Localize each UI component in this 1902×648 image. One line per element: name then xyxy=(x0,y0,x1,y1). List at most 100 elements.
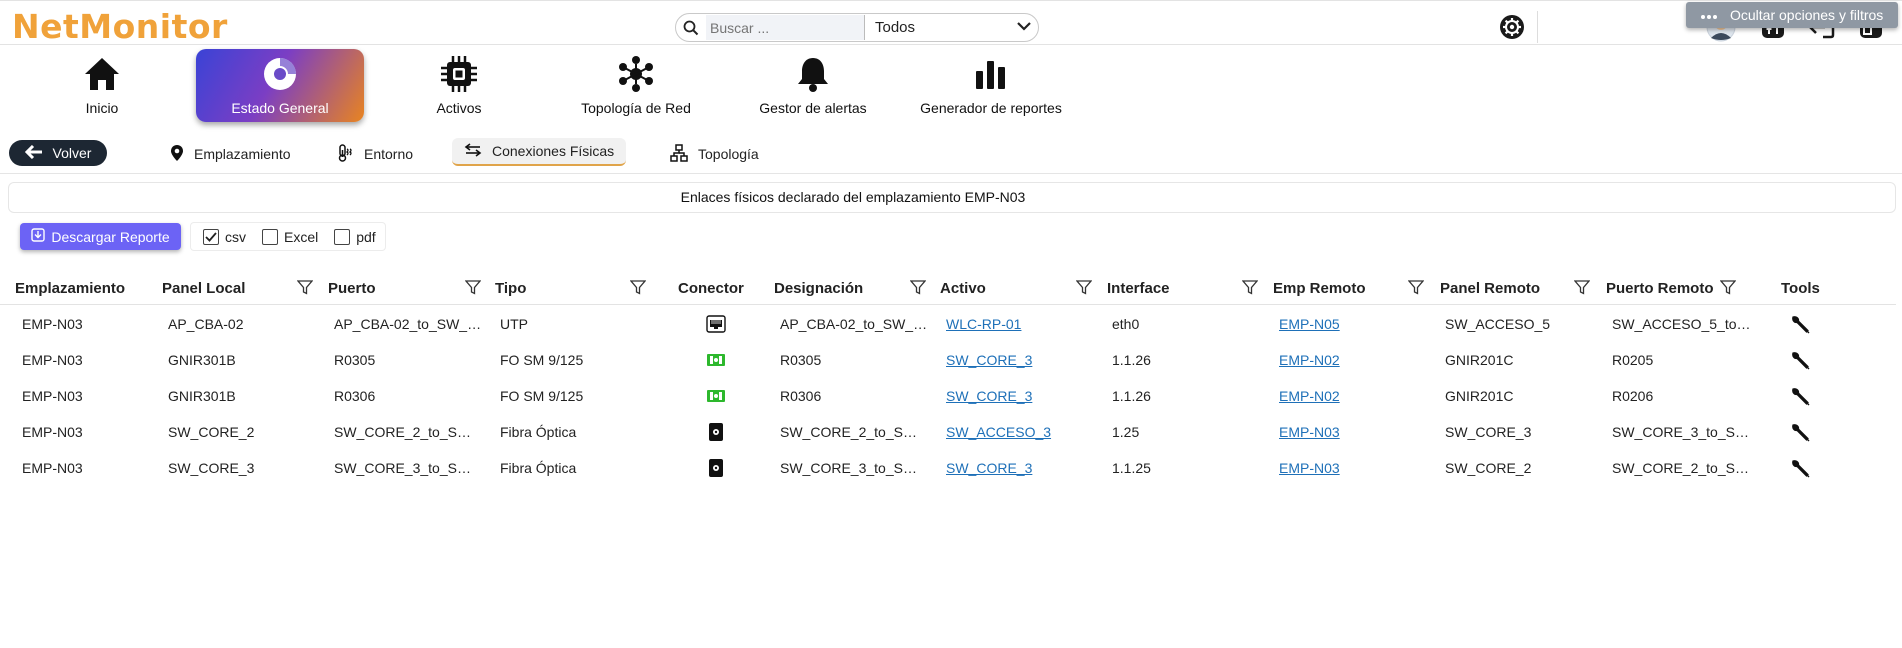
checkbox-checked-icon[interactable] xyxy=(203,228,219,245)
network-topology-icon xyxy=(616,54,656,94)
col-panel-local-header[interactable]: Panel Local xyxy=(162,271,245,305)
table-row[interactable]: EMP-N03 GNIR301B R0306 FO SM 9/125 R0306 SW_C… xyxy=(0,378,1896,414)
cell-emp-remoto-link[interactable]: EMP-N02 xyxy=(1279,342,1429,378)
table-row[interactable]: EMP-N03 SW_CORE_3 SW_CORE_3_to_SW_CORE_2 Fi… xyxy=(0,450,1896,486)
top-bar: NetMonitor Todos xyxy=(0,0,1902,46)
nav-label: Gestor de alertas xyxy=(759,100,867,116)
checkbox-unchecked-icon[interactable] xyxy=(334,228,351,245)
col-designacion-header[interactable]: Designación xyxy=(774,271,863,305)
format-pdf[interactable]: pdf xyxy=(334,228,376,245)
search-scope-value: Todos xyxy=(875,19,916,36)
checkbox-unchecked-icon[interactable] xyxy=(262,228,278,245)
col-panel-remoto-header[interactable]: Panel Remoto xyxy=(1440,271,1540,305)
cell-tipo: FO SM 9/125 xyxy=(500,388,584,404)
format-label: pdf xyxy=(356,228,376,245)
cell-activo-link[interactable]: SW_CORE_3 xyxy=(946,342,1096,378)
cell-puerto-remoto: SW_CORE_2_to_SW_CORE_3 xyxy=(1612,460,1752,476)
filter-icon[interactable] xyxy=(1241,280,1260,296)
tab-entorno[interactable]: Entorno xyxy=(336,140,413,168)
sub-navigation: Volver Emplazamiento Entorno Conexiones … xyxy=(0,136,1902,174)
col-tipo-header[interactable]: Tipo xyxy=(495,271,526,305)
tab-emplazamiento[interactable]: Emplazamiento xyxy=(170,140,291,168)
filter-icon[interactable] xyxy=(1573,280,1592,296)
table-row[interactable]: EMP-N03 SW_CORE_2 SW_CORE_2_to_SW_CORE_3 Fi… xyxy=(0,414,1896,450)
cell-panel-remoto: GNIR201C xyxy=(1445,388,1514,404)
arrow-left-icon xyxy=(24,144,43,162)
toolbar-divider xyxy=(1537,11,1538,43)
app-logo[interactable]: NetMonitor xyxy=(12,7,228,46)
filter-icon[interactable] xyxy=(629,280,648,296)
wrench-icon[interactable] xyxy=(1790,314,1812,336)
cell-designacion: AP_CBA-02_to_SW_ACCESO_5 xyxy=(780,316,930,332)
cell-puerto: SW_CORE_3_to_SW_CORE_2 xyxy=(334,460,484,476)
download-icon xyxy=(31,228,46,245)
cell-tipo: Fibra Óptica xyxy=(500,424,577,440)
nav-topologia-de-red[interactable]: Topología de Red xyxy=(572,46,700,122)
filter-icon[interactable] xyxy=(1719,280,1738,296)
tab-topologia[interactable]: Topología xyxy=(670,140,759,168)
cell-activo-link[interactable]: SW_CORE_3 xyxy=(946,378,1096,414)
col-conector-header[interactable]: Conector xyxy=(678,271,744,305)
col-tools-header[interactable]: Tools xyxy=(1781,271,1820,305)
col-interface-header[interactable]: Interface xyxy=(1107,271,1170,305)
cell-puerto-remoto: SW_CORE_3_to_SW_CORE_2 xyxy=(1612,424,1752,440)
cell-panel-remoto: GNIR201C xyxy=(1445,352,1514,368)
back-button[interactable]: Volver xyxy=(9,140,107,166)
cell-tipo: UTP xyxy=(500,316,528,332)
cell-emp-remoto-link[interactable]: EMP-N03 xyxy=(1279,414,1429,450)
tab-label: Entorno xyxy=(364,146,414,162)
search-scope-select[interactable]: Todos xyxy=(865,15,1038,40)
table-row[interactable]: EMP-N03 GNIR301B R0305 FO SM 9/125 R0305 SW_C… xyxy=(0,342,1896,378)
cell-activo-link[interactable]: SW_CORE_3 xyxy=(946,450,1096,486)
cell-interface: 1.1.26 xyxy=(1112,388,1151,404)
col-emplazamiento-header[interactable]: Emplazamiento xyxy=(15,271,125,305)
filter-icon[interactable] xyxy=(1407,280,1426,296)
table-row[interactable]: EMP-N03 AP_CBA-02 AP_CBA-02_to_SW_ACCESO_5… xyxy=(0,306,1896,342)
wrench-icon[interactable] xyxy=(1790,350,1812,372)
report-format-options: csv Excel pdf xyxy=(190,222,386,251)
filter-icon[interactable] xyxy=(464,280,483,296)
filter-icon[interactable] xyxy=(1075,280,1094,296)
back-button-label: Volver xyxy=(52,145,92,161)
nav-generador-de-reportes[interactable]: Generador de reportes xyxy=(920,46,1062,122)
format-csv[interactable]: csv xyxy=(203,228,246,245)
nav-label: Topología de Red xyxy=(581,100,691,116)
col-activo-header[interactable]: Activo xyxy=(940,271,986,305)
nav-inicio[interactable]: Inicio xyxy=(62,46,142,122)
section-title: Enlaces físicos declarado del emplazamie… xyxy=(680,189,1026,205)
col-emp-remoto-header[interactable]: Emp Remoto xyxy=(1273,271,1366,305)
cell-panel-local: GNIR301B xyxy=(168,352,236,368)
wrench-icon[interactable] xyxy=(1790,422,1812,444)
cell-activo-link[interactable]: WLC-RP-01 xyxy=(946,306,1096,342)
search-icon[interactable] xyxy=(676,14,706,41)
toggle-options-label: Ocultar opciones y filtros xyxy=(1730,7,1884,23)
wrench-icon[interactable] xyxy=(1790,458,1812,480)
nav-label: Activos xyxy=(436,100,482,116)
nav-gestor-de-alertas[interactable]: Gestor de alertas xyxy=(752,46,874,122)
search-input[interactable] xyxy=(706,15,864,40)
cell-puerto-remoto: SW_ACCESO_5_to_AP_CBA-02 xyxy=(1612,316,1752,332)
cell-emp-remoto-link[interactable]: EMP-N02 xyxy=(1279,378,1429,414)
nav-estado-general[interactable]: Estado General xyxy=(196,49,364,122)
tab-label: Topología xyxy=(698,146,759,162)
nav-activos[interactable]: Activos xyxy=(414,46,504,122)
cell-activo-link[interactable]: SW_ACCESO_3 xyxy=(946,414,1096,450)
col-puerto-remoto-header[interactable]: Puerto Remoto xyxy=(1606,271,1714,305)
cell-emplazamiento: EMP-N03 xyxy=(22,388,83,404)
cell-emp-remoto-link[interactable]: EMP-N05 xyxy=(1279,306,1429,342)
filter-icon[interactable] xyxy=(909,280,928,296)
filter-icon[interactable] xyxy=(296,280,315,296)
cell-interface: eth0 xyxy=(1112,316,1140,332)
format-excel[interactable]: Excel xyxy=(262,228,318,245)
cell-designacion: SW_CORE_3_to_SW_CORE_2 xyxy=(780,460,930,476)
tab-conexiones-fisicas[interactable]: Conexiones Físicas xyxy=(452,138,627,166)
swap-arrows-icon xyxy=(464,142,482,160)
col-puerto-header[interactable]: Puerto xyxy=(328,271,376,305)
cell-emplazamiento: EMP-N03 xyxy=(22,424,83,440)
wrench-icon[interactable] xyxy=(1790,386,1812,408)
toggle-options-button[interactable]: Ocultar opciones y filtros xyxy=(1686,2,1898,28)
download-report-button[interactable]: Descargar Reporte xyxy=(20,223,181,250)
settings-gear-icon[interactable] xyxy=(1497,12,1527,42)
tab-label: Emplazamiento xyxy=(194,146,291,162)
cell-emp-remoto-link[interactable]: EMP-N03 xyxy=(1279,450,1429,486)
